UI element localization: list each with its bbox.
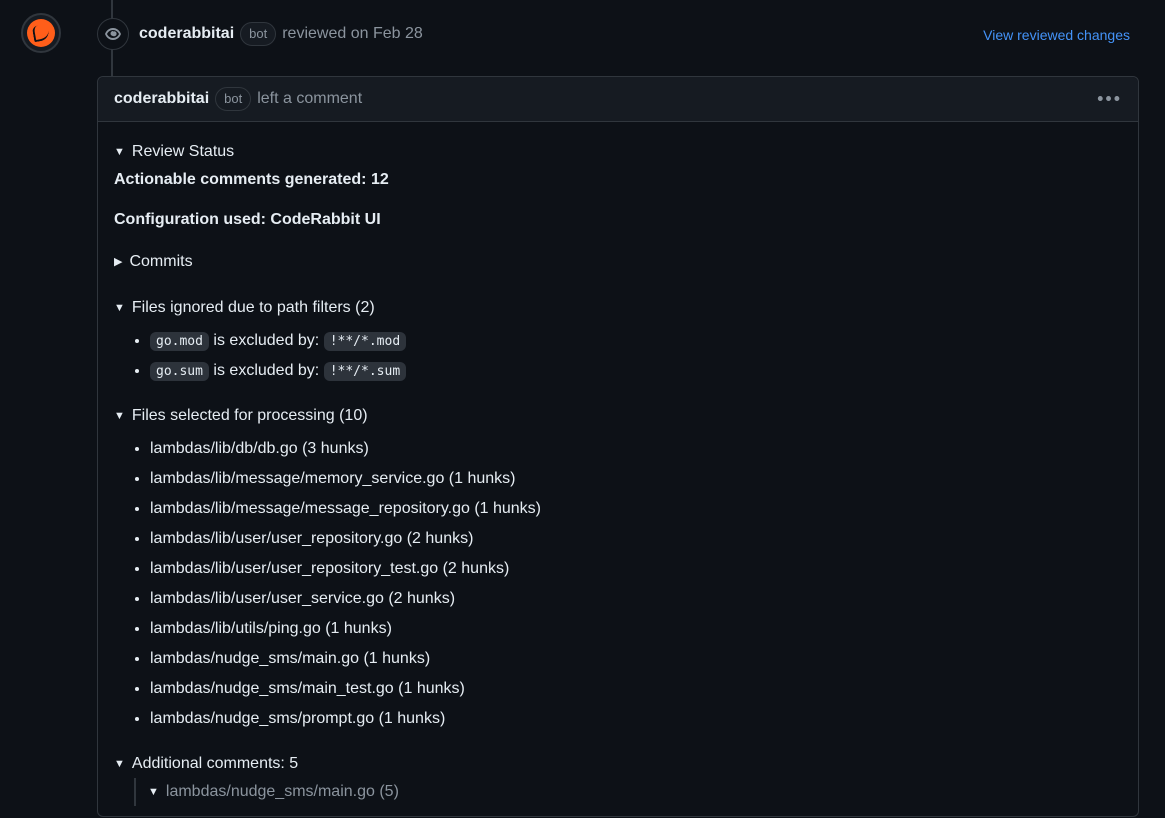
files-ignored-summary[interactable]: Files ignored due to path filters (2) [114, 294, 1122, 322]
review-status-details[interactable]: Review Status [114, 138, 1122, 166]
file-code: go.mod [150, 332, 209, 351]
additional-comments-details[interactable]: Additional comments: 5 lambdas/nudge_sms… [114, 750, 1122, 806]
list-item: lambdas/lib/user/user_repository.go (2 h… [150, 524, 1122, 554]
list-item: lambdas/lib/message/memory_service.go (1… [150, 464, 1122, 494]
review-event-marker [97, 18, 129, 50]
commits-summary[interactable]: Commits [114, 248, 1122, 276]
review-status-summary[interactable]: Review Status [114, 138, 1122, 166]
list-item: go.sum is excluded by: !**/*.sum [150, 356, 1122, 386]
review-event-header: coderabbitai bot reviewed on Feb 28 [139, 22, 423, 46]
list-item: lambdas/lib/db/db.go (3 hunks) [150, 434, 1122, 464]
file-code: go.sum [150, 362, 209, 381]
files-selected-summary[interactable]: Files selected for processing (10) [114, 402, 1122, 430]
event-action-text: reviewed on Feb 28 [282, 22, 423, 46]
comment-action: left a comment [257, 87, 362, 111]
list-item: lambdas/nudge_sms/main.go (1 hunks) [150, 644, 1122, 674]
commits-details[interactable]: Commits [114, 248, 1122, 276]
bot-badge: bot [215, 87, 251, 111]
actionable-comments-line: Actionable comments generated: 12 [114, 168, 1122, 192]
list-item: lambdas/lib/utils/ping.go (1 hunks) [150, 614, 1122, 644]
list-item: lambdas/nudge_sms/main_test.go (1 hunks) [150, 674, 1122, 704]
list-item: lambdas/lib/message/message_repository.g… [150, 494, 1122, 524]
additional-file-details[interactable]: lambdas/nudge_sms/main.go (5) [148, 778, 1122, 806]
additional-file-summary[interactable]: lambdas/nudge_sms/main.go (5) [148, 778, 1122, 806]
avatar[interactable] [21, 13, 61, 53]
comment-username[interactable]: coderabbitai [114, 87, 209, 111]
list-item: lambdas/nudge_sms/prompt.go (1 hunks) [150, 704, 1122, 734]
list-item: lambdas/lib/user/user_repository_test.go… [150, 554, 1122, 584]
kebab-menu-icon[interactable]: ••• [1093, 82, 1126, 117]
files-selected-list: lambdas/lib/db/db.go (3 hunks) lambdas/l… [114, 434, 1122, 734]
eye-icon [105, 26, 121, 42]
pattern-code: !**/*.mod [324, 332, 406, 351]
view-reviewed-changes-link[interactable]: View reviewed changes [983, 25, 1130, 46]
files-ignored-list: go.mod is excluded by: !**/*.mod go.sum … [114, 326, 1122, 386]
list-item: lambdas/lib/user/user_service.go (2 hunk… [150, 584, 1122, 614]
pattern-code: !**/*.sum [324, 362, 406, 381]
avatar-image [27, 19, 55, 47]
comment-body: Review Status Actionable comments genera… [98, 122, 1138, 816]
list-item: go.mod is excluded by: !**/*.mod [150, 326, 1122, 356]
bot-badge: bot [240, 22, 276, 46]
files-ignored-details[interactable]: Files ignored due to path filters (2) go… [114, 294, 1122, 386]
comment-header: coderabbitai bot left a comment ••• [98, 77, 1138, 122]
configuration-line: Configuration used: CodeRabbit UI [114, 208, 1122, 232]
review-comment-box: coderabbitai bot left a comment ••• Revi… [97, 76, 1139, 817]
additional-comments-summary[interactable]: Additional comments: 5 [114, 750, 1122, 778]
event-username[interactable]: coderabbitai [139, 22, 234, 46]
files-selected-details[interactable]: Files selected for processing (10) lambd… [114, 402, 1122, 734]
